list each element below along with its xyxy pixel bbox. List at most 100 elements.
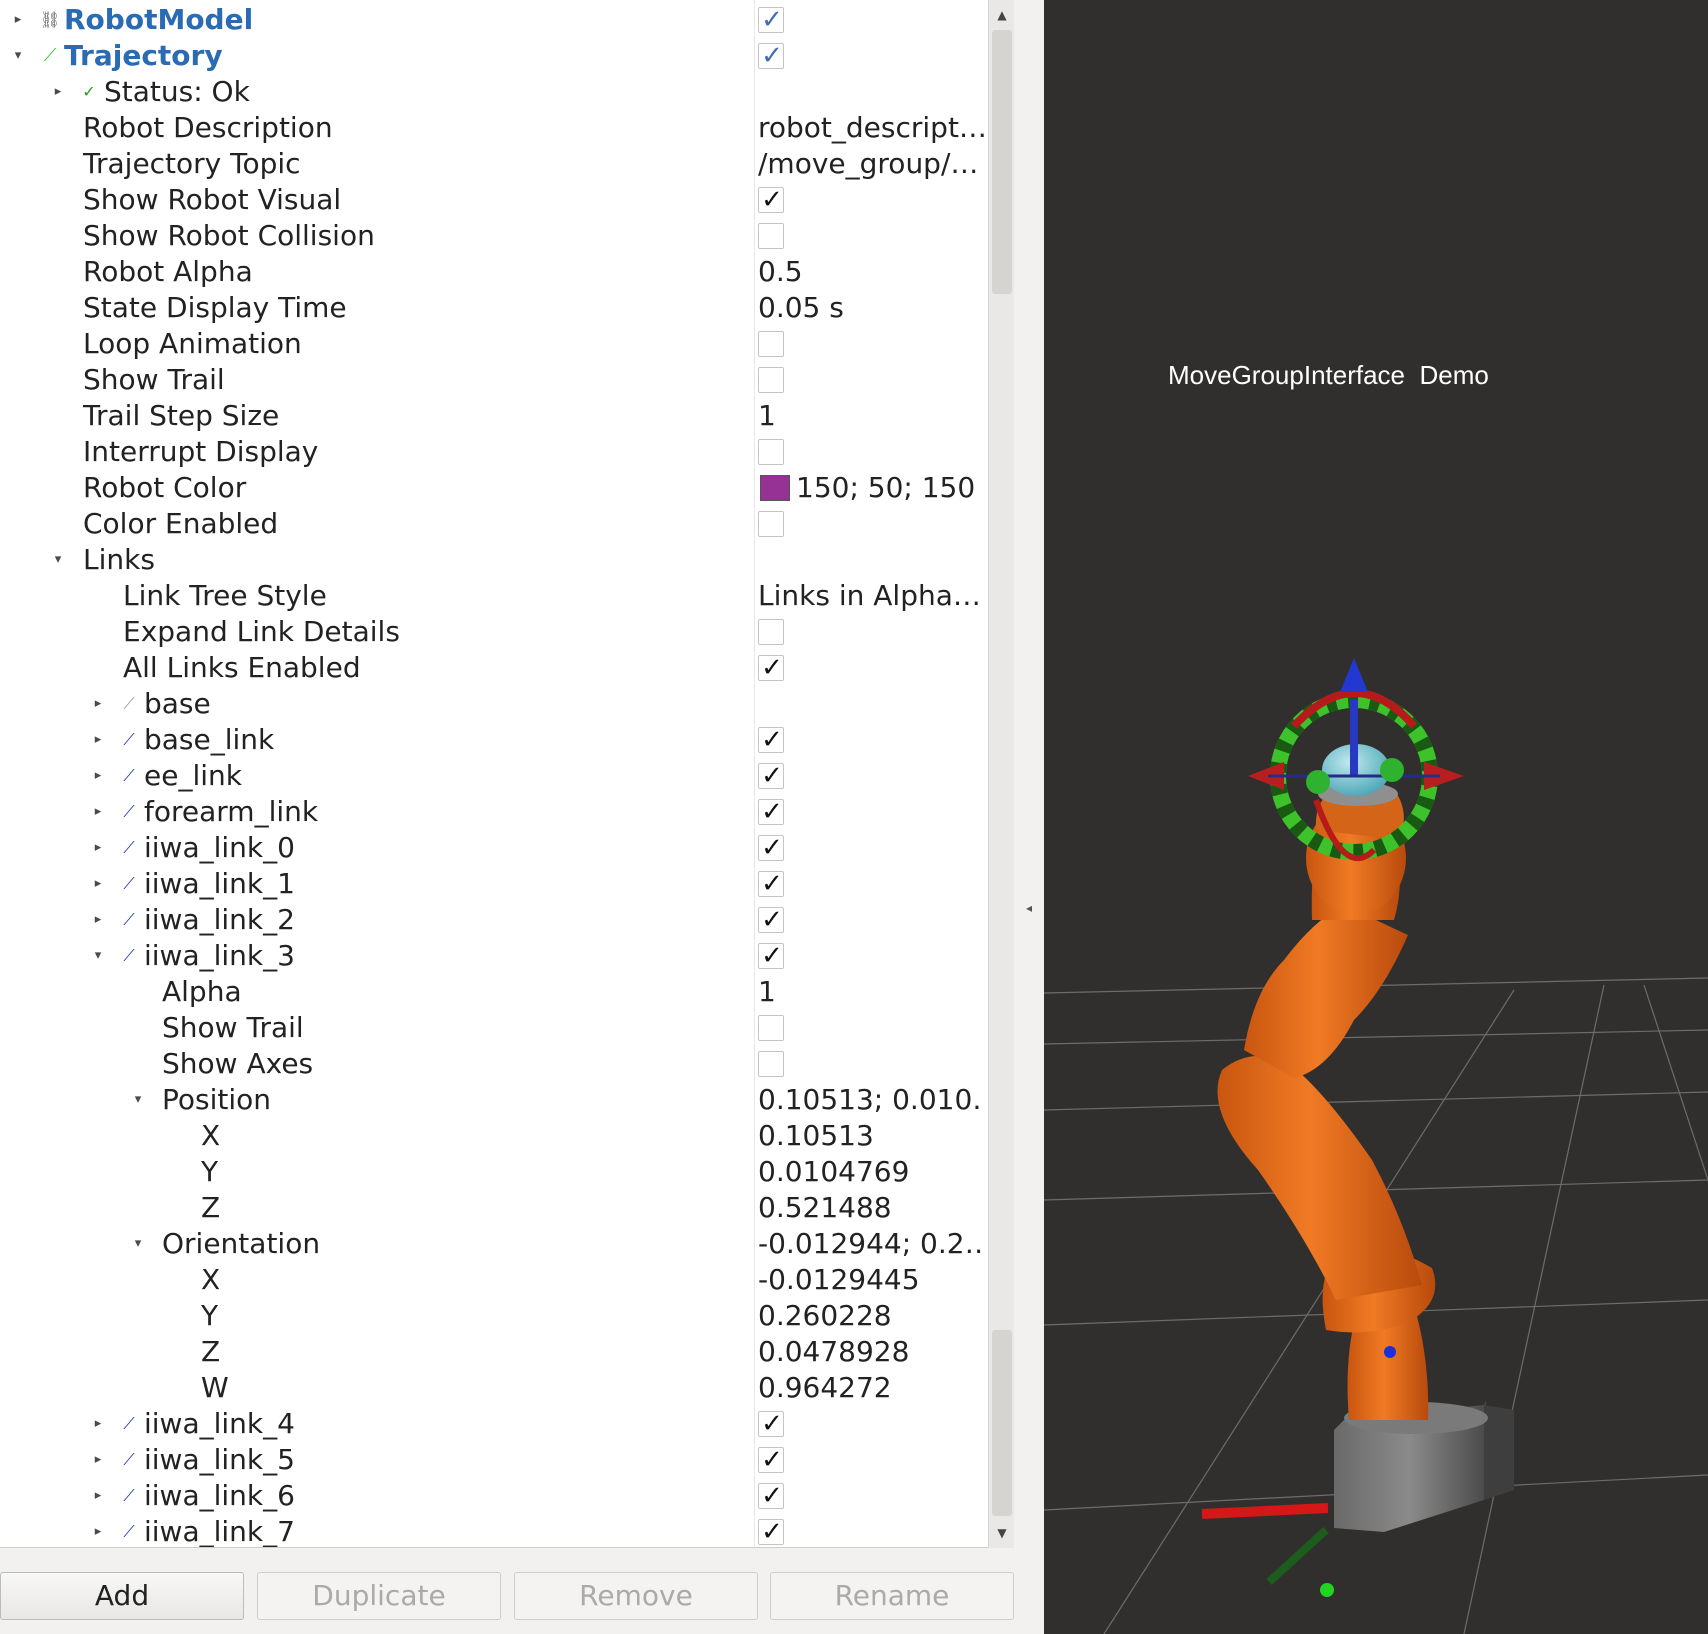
add-button[interactable]: Add	[0, 1572, 244, 1620]
duplicate-button[interactable]: Duplicate	[257, 1572, 501, 1620]
link-checkbox[interactable]: ✓	[758, 905, 784, 935]
property-checkbox[interactable]	[758, 439, 784, 465]
collapse-arrow-icon[interactable]: ▾	[91, 946, 105, 966]
collapse-arrow-icon[interactable]: ▾	[51, 550, 65, 570]
scroll-down-arrow-icon[interactable]: ▼	[989, 1518, 1015, 1548]
color-swatch[interactable]	[760, 475, 790, 501]
property-checkbox[interactable]	[758, 511, 784, 537]
link-property-show-axes[interactable]: Show Axes	[0, 1046, 988, 1082]
orientation-x[interactable]: X -0.0129445	[0, 1262, 988, 1298]
property-value[interactable]: 0.10513; 0.010…	[758, 1082, 984, 1118]
property-show-trail[interactable]: Show Trail	[0, 362, 988, 398]
expand-arrow-icon[interactable]: ▸	[91, 802, 105, 822]
property-value[interactable]: 0.521488	[758, 1190, 984, 1226]
3d-viewport[interactable]: MoveGroupInterface Demo	[1044, 0, 1708, 1634]
property-trajectory-topic[interactable]: Trajectory Topic /move_group/…	[0, 146, 988, 182]
property-value[interactable]: 1	[758, 974, 984, 1010]
orientation-w[interactable]: W 0.964272	[0, 1370, 988, 1406]
property-interrupt-display[interactable]: Interrupt Display	[0, 434, 988, 470]
link-item-iiwa-link-1[interactable]: ▸ ⟋ iiwa_link_1 ✓	[0, 866, 988, 902]
link-property-position[interactable]: ▾ Position 0.10513; 0.010…	[0, 1082, 988, 1118]
scrollbar-thumb[interactable]	[992, 30, 1012, 294]
link-property-alpha[interactable]: Alpha 1	[0, 974, 988, 1010]
expand-arrow-icon[interactable]: ▸	[11, 10, 25, 30]
property-value[interactable]: 150; 50; 150	[796, 470, 975, 506]
link-checkbox[interactable]: ✓	[758, 941, 784, 971]
link-checkbox[interactable]: ✓	[758, 1517, 784, 1547]
link-item-base[interactable]: ▸ ⟋ base	[0, 686, 988, 722]
property-value[interactable]: -0.012944; 0.2…	[758, 1226, 984, 1262]
remove-button[interactable]: Remove	[514, 1572, 758, 1620]
link-item-iiwa-link-3[interactable]: ▾ ⟋ iiwa_link_3 ✓	[0, 938, 988, 974]
scene-render[interactable]	[1044, 0, 1708, 1634]
orientation-z[interactable]: Z 0.0478928	[0, 1334, 988, 1370]
property-value[interactable]: 0.964272	[758, 1370, 984, 1406]
property-robot-color[interactable]: Robot Color 150; 50; 150	[0, 470, 988, 506]
link-item-iiwa-link-4[interactable]: ▸ ⟋ iiwa_link_4 ✓	[0, 1406, 988, 1442]
property-link-tree-style[interactable]: Link Tree Style Links in Alpha…	[0, 578, 988, 614]
expand-arrow-icon[interactable]: ▸	[91, 1486, 105, 1506]
link-item-ee-link[interactable]: ▸ ⟋ ee_link ✓	[0, 758, 988, 794]
property-value[interactable]: 0.0104769	[758, 1154, 984, 1190]
property-robot-alpha[interactable]: Robot Alpha 0.5	[0, 254, 988, 290]
link-checkbox[interactable]: ✓	[758, 869, 784, 899]
property-value[interactable]: 0.10513	[758, 1118, 984, 1154]
property-show-robot-visual[interactable]: Show Robot Visual ✓	[0, 182, 988, 218]
display-robot-model[interactable]: ▸ ⛓ RobotModel ✓	[0, 2, 988, 38]
property-checkbox[interactable]	[758, 1051, 784, 1077]
link-checkbox[interactable]: ✓	[758, 1481, 784, 1511]
collapse-arrow-icon[interactable]: ▾	[11, 46, 25, 66]
expand-arrow-icon[interactable]: ▸	[91, 1414, 105, 1434]
status-row[interactable]: ▸ ✓ Status: Ok	[0, 74, 988, 110]
link-checkbox[interactable]: ✓	[758, 725, 784, 755]
link-item-forearm-link[interactable]: ▸ ⟋ forearm_link ✓	[0, 794, 988, 830]
expand-arrow-icon[interactable]: ▸	[91, 1450, 105, 1470]
property-checkbox[interactable]	[758, 1015, 784, 1041]
link-checkbox[interactable]: ✓	[758, 1409, 784, 1439]
property-checkbox[interactable]: ✓	[758, 653, 784, 683]
expand-arrow-icon[interactable]: ▸	[91, 694, 105, 714]
property-value[interactable]: -0.0129445	[758, 1262, 984, 1298]
property-value[interactable]: 0.5	[758, 254, 984, 290]
property-value[interactable]: /move_group/…	[758, 146, 984, 182]
property-value[interactable]: 0.260228	[758, 1298, 984, 1334]
property-value[interactable]: robot_descript…	[758, 110, 984, 146]
property-checkbox[interactable]	[758, 619, 784, 645]
display-trajectory[interactable]: ▾ ⟋ Trajectory ✓	[0, 38, 988, 74]
property-checkbox[interactable]: ✓	[758, 185, 784, 215]
link-property-orientation[interactable]: ▾ Orientation -0.012944; 0.2…	[0, 1226, 988, 1262]
property-checkbox[interactable]	[758, 331, 784, 357]
rename-button[interactable]: Rename	[770, 1572, 1014, 1620]
display-enabled-checkbox[interactable]: ✓	[758, 41, 784, 71]
link-item-iiwa-link-5[interactable]: ▸ ⟋ iiwa_link_5 ✓	[0, 1442, 988, 1478]
property-checkbox[interactable]	[758, 367, 784, 393]
scroll-up-arrow-icon[interactable]: ▲	[989, 0, 1015, 30]
link-checkbox[interactable]: ✓	[758, 833, 784, 863]
expand-arrow-icon[interactable]: ▸	[51, 82, 65, 102]
position-z[interactable]: Z 0.521488	[0, 1190, 988, 1226]
expand-arrow-icon[interactable]: ▸	[91, 766, 105, 786]
vertical-scrollbar[interactable]: ▲ ▼	[988, 0, 1014, 1548]
link-property-show-trail[interactable]: Show Trail	[0, 1010, 988, 1046]
collapse-arrow-icon[interactable]: ▾	[131, 1234, 145, 1254]
property-trail-step-size[interactable]: Trail Step Size 1	[0, 398, 988, 434]
expand-arrow-icon[interactable]: ▸	[91, 910, 105, 930]
link-item-iiwa-link-2[interactable]: ▸ ⟋ iiwa_link_2 ✓	[0, 902, 988, 938]
property-robot-description[interactable]: Robot Description robot_descript…	[0, 110, 988, 146]
display-enabled-checkbox[interactable]: ✓	[758, 5, 784, 35]
property-checkbox[interactable]	[758, 223, 784, 249]
link-item-base-link[interactable]: ▸ ⟋ base_link ✓	[0, 722, 988, 758]
property-value[interactable]: 0.0478928	[758, 1334, 984, 1370]
property-value[interactable]: 0.05 s	[758, 290, 984, 326]
property-value[interactable]: Links in Alpha…	[758, 578, 984, 614]
position-x[interactable]: X 0.10513	[0, 1118, 988, 1154]
orientation-y[interactable]: Y 0.260228	[0, 1298, 988, 1334]
link-checkbox[interactable]: ✓	[758, 761, 784, 791]
expand-arrow-icon[interactable]: ▸	[91, 874, 105, 894]
expand-arrow-icon[interactable]: ▸	[91, 1522, 105, 1542]
expand-arrow-icon[interactable]: ▸	[91, 838, 105, 858]
property-loop-animation[interactable]: Loop Animation	[0, 326, 988, 362]
link-checkbox[interactable]: ✓	[758, 1445, 784, 1475]
property-state-display-time[interactable]: State Display Time 0.05 s	[0, 290, 988, 326]
links-group[interactable]: ▾ Links	[0, 542, 988, 578]
